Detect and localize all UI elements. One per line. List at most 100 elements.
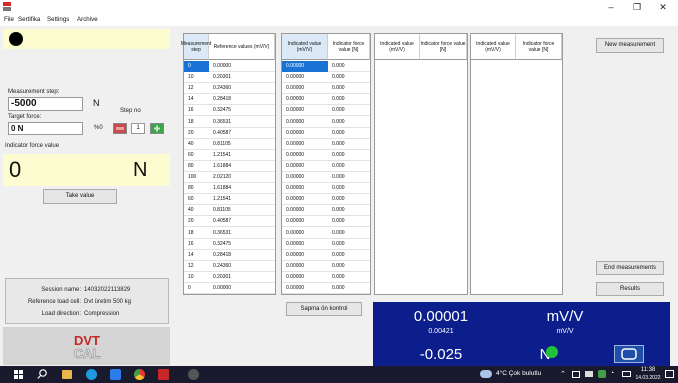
table-row[interactable]: 20 0.40587: [184, 128, 275, 139]
take-value-button[interactable]: Take value: [43, 189, 117, 204]
table-cell: 16: [188, 107, 194, 114]
step-no-field[interactable]: 1: [131, 123, 145, 134]
table-row[interactable]: 0.00000 0.000: [282, 150, 370, 161]
menu-sertifika[interactable]: Sertifika: [18, 14, 40, 26]
table-row[interactable]: 0.00000 0.000: [282, 94, 370, 106]
search-icon[interactable]: [37, 369, 47, 380]
table-row[interactable]: 0.00000 0.000: [282, 216, 370, 228]
table-row[interactable]: 14 0.28418: [184, 94, 275, 106]
table-row[interactable]: 0.00000 0.000: [282, 194, 370, 206]
table-row[interactable]: 0.00000 0.000: [282, 272, 370, 283]
table-row[interactable]: 40 0.81105: [184, 139, 275, 150]
table-row[interactable]: 0.00000 0.000: [282, 239, 370, 250]
table-cell: 0.00000: [286, 240, 305, 247]
table-row[interactable]: 0.00000 0.000: [282, 183, 370, 195]
table-row[interactable]: 0.00000 0.000: [282, 83, 370, 95]
app-icon: [3, 2, 11, 11]
table-row[interactable]: 100 2.02120: [184, 172, 275, 184]
file-explorer-icon[interactable]: [62, 370, 72, 379]
chevron-up-icon[interactable]: ⌃: [560, 370, 566, 378]
camera-button[interactable]: [614, 345, 644, 363]
table-row[interactable]: 0.00000 0.000: [282, 172, 370, 184]
table-row[interactable]: 0.00000 0.000: [282, 128, 370, 139]
dvt-app-taskbar-icon[interactable]: [158, 369, 169, 380]
increment-step-button[interactable]: [150, 123, 164, 134]
chrome-icon[interactable]: [134, 369, 145, 380]
language-icon[interactable]: [622, 371, 631, 377]
mail-icon[interactable]: [110, 369, 121, 380]
table-row[interactable]: 60 1.21541: [184, 150, 275, 161]
menu-archive[interactable]: Archive: [77, 14, 98, 26]
table-row[interactable]: 0 0.00000: [184, 61, 275, 73]
table-row[interactable]: 0 0.00000: [184, 283, 275, 295]
table-row[interactable]: 0.00000 0.000: [282, 117, 370, 128]
maximize-button[interactable]: ❐: [626, 0, 648, 14]
table-row[interactable]: 0.00000 0.000: [282, 261, 370, 272]
clock-time[interactable]: 11:38: [636, 367, 660, 373]
table-cell: 0.24360: [213, 85, 232, 92]
status-strip: [3, 29, 170, 49]
table-row[interactable]: 18 0.36531: [184, 117, 275, 128]
table-row[interactable]: 18 0.36531: [184, 228, 275, 239]
security-icon[interactable]: [598, 370, 606, 378]
table-row[interactable]: 12 0.24360: [184, 83, 275, 95]
table-cell: 0.000: [332, 162, 345, 169]
measurement-step-field[interactable]: -5000: [8, 97, 83, 111]
session-name-label: Session name:: [41, 287, 81, 293]
indicated-value-unit: mV/V: [546, 308, 584, 325]
edge-icon[interactable]: [86, 369, 97, 380]
new-measurement-button[interactable]: New measurement: [596, 38, 664, 53]
reference-cell-value: Dvt üretim 500 kg: [84, 299, 132, 305]
minus-icon: [116, 127, 124, 130]
table-row[interactable]: 12 0.24360: [184, 261, 275, 272]
table-row[interactable]: 80 1.61884: [184, 183, 275, 195]
table-row[interactable]: 0.00000 0.000: [282, 139, 370, 150]
table-row[interactable]: 0.00000 0.000: [282, 161, 370, 172]
results-button[interactable]: Results: [596, 282, 664, 296]
table-row[interactable]: 0.00000 0.000: [282, 72, 370, 84]
table-cell: 0.00000: [282, 61, 328, 72]
close-button[interactable]: ✕: [652, 0, 674, 14]
menu-file[interactable]: File: [4, 14, 14, 26]
table-row[interactable]: 80 1.61884: [184, 161, 275, 172]
table-cell: 0.00000: [286, 74, 305, 81]
table-cell: 0.000: [332, 196, 345, 203]
table-row[interactable]: 0.00000 0.000: [282, 250, 370, 261]
table-row[interactable]: 0.00000 0.000: [282, 61, 370, 73]
clock-date[interactable]: 14.03.2022: [634, 375, 662, 381]
indicated-value-sub-unit: mV/V: [556, 328, 574, 335]
table-row[interactable]: 40 0.81105: [184, 205, 275, 217]
table-row[interactable]: 14 0.28418: [184, 250, 275, 261]
taskbar: 4°C Çok bulutlu ⌃ ◔ 11:38 14.03.2022: [0, 366, 678, 383]
table-row[interactable]: 0.00000 0.000: [282, 228, 370, 239]
battery-icon[interactable]: [585, 371, 593, 377]
table-cell: 0.000: [332, 74, 345, 81]
target-force-field[interactable]: 0 N: [8, 122, 83, 135]
weather-text[interactable]: 4°C Çok bulutlu: [496, 370, 541, 377]
indicator-force-unit: N: [133, 159, 148, 181]
windows-start-icon[interactable]: [14, 370, 23, 379]
onscreen-keyboard-icon[interactable]: [572, 371, 580, 378]
table-row[interactable]: 16 0.32475: [184, 105, 275, 117]
wifi-icon[interactable]: ◔: [610, 370, 614, 377]
decrement-step-button[interactable]: [113, 123, 127, 134]
table-cell: 0.000: [332, 140, 345, 147]
minimize-button[interactable]: –: [600, 0, 622, 14]
paint-icon[interactable]: [188, 369, 199, 380]
notifications-icon[interactable]: [665, 370, 674, 378]
table-row[interactable]: 0.00000 0.000: [282, 205, 370, 217]
column-header-indicator-force: Indicator force value [N]: [516, 34, 562, 60]
menu-settings[interactable]: Settings: [47, 14, 69, 26]
table-row[interactable]: 60 1.21541: [184, 194, 275, 206]
table-row[interactable]: 0.00000 0.000: [282, 283, 370, 295]
table-cell: 0.00000: [213, 285, 232, 291]
table-row[interactable]: 16 0.32475: [184, 239, 275, 250]
table-row[interactable]: 10 0.20301: [184, 272, 275, 283]
end-measurements-button[interactable]: End measurements: [596, 261, 664, 275]
table-row[interactable]: 10 0.20301: [184, 72, 275, 84]
table-row[interactable]: 20 0.40587: [184, 216, 275, 228]
table-cell: 0.00000: [286, 140, 305, 147]
table-row[interactable]: 0.00000 0.000: [282, 105, 370, 117]
deviation-precheck-button[interactable]: Sapma ön kontrol: [286, 302, 362, 316]
step-no-label: Step no: [120, 108, 141, 114]
